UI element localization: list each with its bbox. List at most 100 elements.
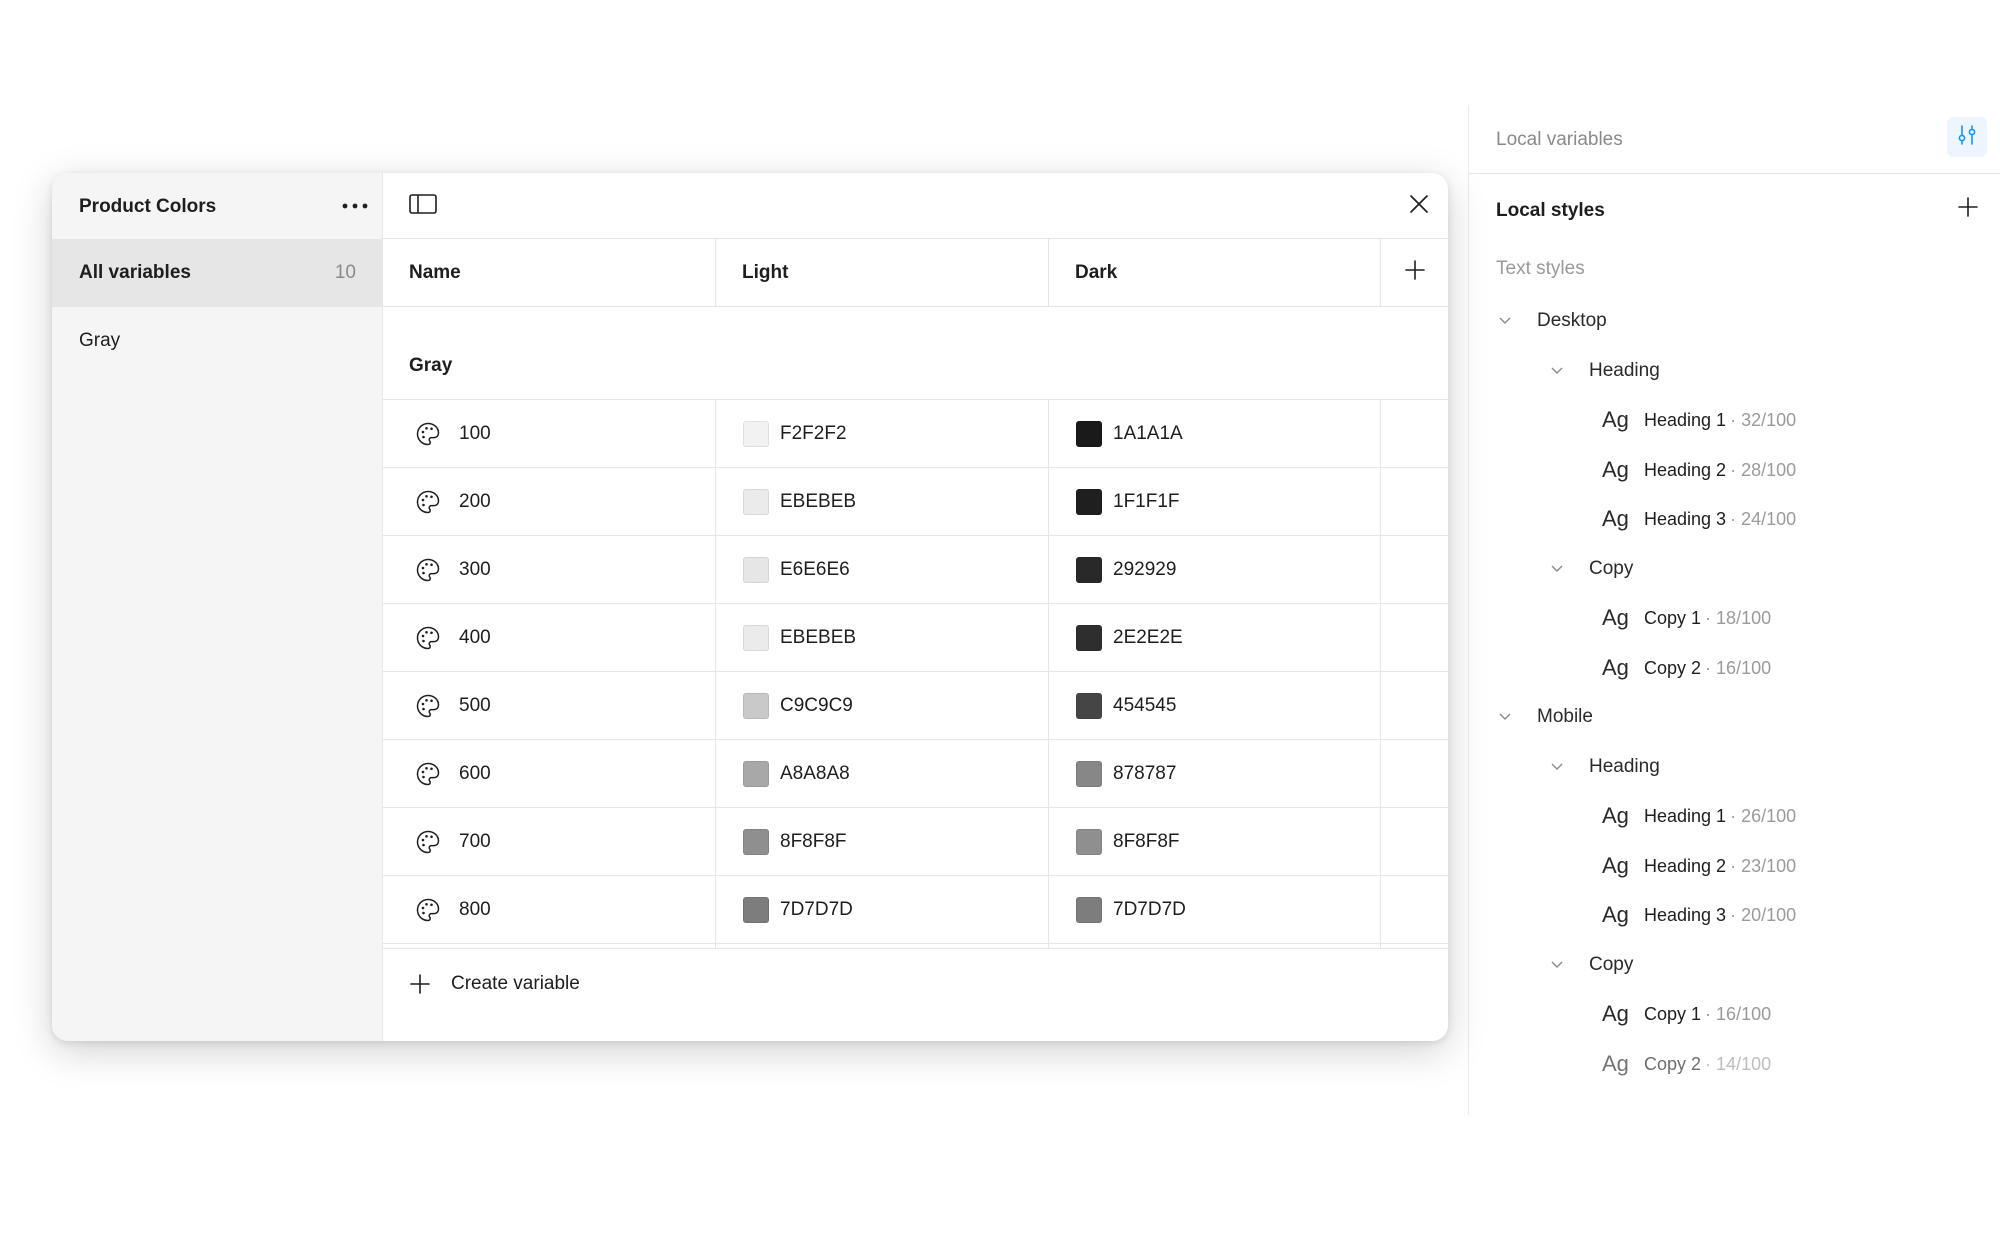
- chevron-down-icon[interactable]: [1549, 957, 1565, 973]
- variable-name-cell[interactable]: 800: [383, 876, 716, 943]
- variable-name-cell[interactable]: 300: [383, 536, 716, 603]
- table-row[interactable]: 100 F2F2F2 1A1A1A: [383, 400, 1448, 468]
- color-value: 8F8F8F: [780, 830, 847, 852]
- chevron-down-icon[interactable]: [1549, 759, 1565, 775]
- variables-settings-button[interactable]: [1947, 117, 1987, 157]
- text-style-name: Heading 1: [1644, 409, 1727, 430]
- modal-toolbar: [383, 173, 1448, 239]
- color-swatch[interactable]: [1076, 556, 1102, 583]
- table-row[interactable]: 300 E6E6E6 292929: [383, 536, 1448, 604]
- palette-icon: [415, 693, 441, 719]
- empty-cell: [1381, 808, 1448, 875]
- variable-name-cell[interactable]: 700: [383, 808, 716, 875]
- text-style-icon: Ag: [1602, 407, 1629, 432]
- color-swatch[interactable]: [1076, 896, 1102, 923]
- color-swatch[interactable]: [1076, 488, 1102, 515]
- table-row[interactable]: 500 C9C9C9 454545: [383, 672, 1448, 740]
- color-swatch[interactable]: [743, 828, 769, 855]
- light-value-cell[interactable]: 7D7D7D: [716, 876, 1049, 943]
- variable-name-cell[interactable]: 400: [383, 604, 716, 671]
- chevron-down-icon[interactable]: [1497, 709, 1513, 725]
- text-style-icon: Ag: [1602, 853, 1629, 878]
- color-swatch[interactable]: [1076, 828, 1102, 855]
- create-variable-button[interactable]: Create variable: [409, 971, 580, 997]
- dark-value-cell[interactable]: 292929: [1049, 536, 1381, 603]
- local-styles-header: Local styles: [1469, 174, 2000, 244]
- variable-name-cell[interactable]: 600: [383, 740, 716, 807]
- dark-value-cell[interactable]: 7D7D7D: [1049, 876, 1381, 943]
- collection-name[interactable]: Product Colors: [79, 196, 216, 218]
- text-style-item[interactable]: Ag Copy 1 · 16/100: [1602, 996, 1771, 1032]
- light-value-cell[interactable]: EBEBEB: [716, 468, 1049, 535]
- table-row[interactable]: 200 EBEBEB 1F1F1F: [383, 468, 1448, 536]
- table-row[interactable]: 600 A8A8A8 878787: [383, 740, 1448, 808]
- color-swatch[interactable]: [743, 760, 769, 787]
- chevron-down-icon[interactable]: [1497, 313, 1513, 329]
- table-row[interactable]: 700 8F8F8F 8F8F8F: [383, 808, 1448, 876]
- light-value-cell[interactable]: C9C9C9: [716, 672, 1049, 739]
- group-desktop[interactable]: Desktop: [1497, 303, 1607, 339]
- close-icon: [1409, 194, 1429, 219]
- variable-name-cell[interactable]: 100: [383, 400, 716, 467]
- light-value-cell[interactable]: E6E6E6: [716, 536, 1049, 603]
- text-style-item[interactable]: Ag Copy 2 · 14/100: [1602, 1046, 1771, 1082]
- collection-options-button[interactable]: [340, 193, 370, 217]
- light-value-cell[interactable]: 8F8F8F: [716, 808, 1049, 875]
- empty-cell: [1381, 740, 1448, 807]
- text-style-size: · 23/100: [1730, 855, 1797, 876]
- column-header-dark[interactable]: Dark: [1049, 239, 1381, 307]
- local-styles-label: Local styles: [1496, 200, 1605, 221]
- group-desktop-heading[interactable]: Heading: [1549, 353, 1660, 389]
- color-swatch[interactable]: [1076, 420, 1102, 447]
- color-swatch[interactable]: [743, 556, 769, 583]
- dark-value-cell[interactable]: 2E2E2E: [1049, 604, 1381, 671]
- color-swatch[interactable]: [1076, 760, 1102, 787]
- dark-value-cell[interactable]: 878787: [1049, 740, 1381, 807]
- color-swatch[interactable]: [743, 488, 769, 515]
- text-style-item[interactable]: Ag Heading 1 · 26/100: [1602, 798, 1796, 834]
- text-style-item[interactable]: Ag Copy 2 · 16/100: [1602, 650, 1771, 686]
- dark-value-cell[interactable]: 8F8F8F: [1049, 808, 1381, 875]
- sidebar-item-all-variables[interactable]: All variables 10: [52, 239, 383, 307]
- chevron-down-icon[interactable]: [1549, 561, 1565, 577]
- sidebar-toggle-button[interactable]: [407, 193, 439, 219]
- text-style-item[interactable]: Ag Copy 1 · 18/100: [1602, 600, 1771, 636]
- variable-name-cell[interactable]: 500: [383, 672, 716, 739]
- color-swatch[interactable]: [1076, 624, 1102, 651]
- light-value-cell[interactable]: EBEBEB: [716, 604, 1049, 671]
- light-value-cell[interactable]: F2F2F2: [716, 400, 1049, 467]
- table-row[interactable]: 400 EBEBEB 2E2E2E: [383, 604, 1448, 672]
- dark-value-cell[interactable]: 1A1A1A: [1049, 400, 1381, 467]
- color-value: F2F2F2: [780, 422, 847, 444]
- variable-name-cell[interactable]: 200: [383, 468, 716, 535]
- dark-value-cell[interactable]: 454545: [1049, 672, 1381, 739]
- chevron-down-icon[interactable]: [1549, 363, 1565, 379]
- group-mobile-copy[interactable]: Copy: [1549, 947, 1633, 983]
- color-swatch[interactable]: [743, 420, 769, 447]
- color-swatch[interactable]: [1076, 692, 1102, 719]
- group-desktop-copy[interactable]: Copy: [1549, 551, 1633, 587]
- add-mode-button[interactable]: [1381, 239, 1448, 307]
- sidebar-item-gray[interactable]: Gray: [52, 307, 383, 375]
- group-mobile[interactable]: Mobile: [1497, 699, 1593, 735]
- text-style-size: · 24/100: [1730, 508, 1797, 529]
- add-style-button[interactable]: [1955, 196, 1981, 222]
- color-value: 1A1A1A: [1113, 422, 1183, 444]
- close-button[interactable]: [1405, 192, 1433, 220]
- table-row[interactable]: 800 7D7D7D 7D7D7D: [383, 876, 1448, 944]
- text-style-item[interactable]: Ag Heading 1 · 32/100: [1602, 402, 1796, 438]
- text-style-size: · 26/100: [1730, 805, 1797, 826]
- group-mobile-heading[interactable]: Heading: [1549, 749, 1660, 785]
- color-swatch[interactable]: [743, 692, 769, 719]
- text-style-item[interactable]: Ag Heading 2 · 28/100: [1602, 452, 1796, 488]
- dark-value-cell[interactable]: 1F1F1F: [1049, 468, 1381, 535]
- text-style-item[interactable]: Ag Heading 3 · 24/100: [1602, 501, 1796, 537]
- text-style-item[interactable]: Ag Heading 3 · 20/100: [1602, 897, 1796, 933]
- light-value-cell[interactable]: A8A8A8: [716, 740, 1049, 807]
- column-header-light[interactable]: Light: [716, 239, 1049, 307]
- collection-header: Product Colors: [52, 173, 382, 239]
- text-style-item[interactable]: Ag Heading 2 · 23/100: [1602, 848, 1796, 884]
- color-value: 7D7D7D: [780, 898, 853, 920]
- color-swatch[interactable]: [743, 896, 769, 923]
- color-swatch[interactable]: [743, 624, 769, 651]
